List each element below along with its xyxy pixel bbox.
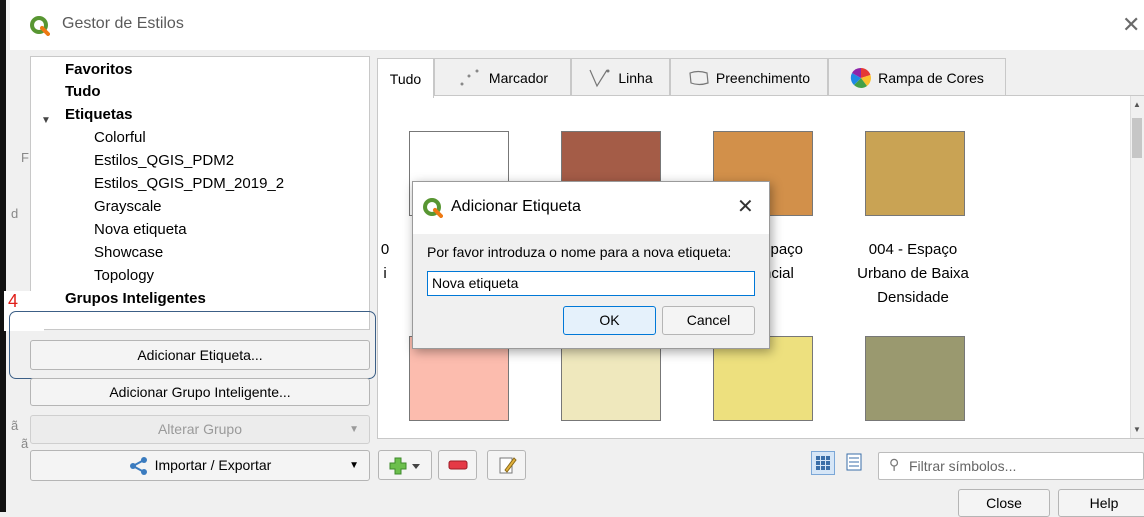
qgis-logo-icon (30, 16, 50, 36)
tree-item-showcase[interactable]: Showcase (94, 244, 163, 261)
dialog-prompt: Por favor introduza o nome para a nova e… (427, 244, 732, 260)
window-title: Gestor de Estilos (62, 15, 184, 32)
modify-group-button: Alterar Grupo ▼ (30, 415, 370, 444)
tree-item-nova-etiqueta[interactable]: Nova etiqueta (94, 221, 187, 238)
cancel-button[interactable]: Cancel (662, 306, 755, 335)
tab-label: Linha (618, 69, 653, 86)
add-tag-dialog: Adicionar Etiqueta ✕ Por favor introduza… (412, 181, 770, 349)
remove-icon (448, 460, 467, 470)
tree-item-colorful[interactable]: Colorful (94, 129, 146, 146)
tree-item-estilos-qgis-pdm2[interactable]: Estilos_QGIS_PDM2 (94, 152, 234, 169)
left-edge-strip (0, 0, 6, 512)
modify-group-label: Alterar Grupo (157, 421, 243, 437)
window-close-icon[interactable]: ✕ (1122, 12, 1140, 38)
edit-icon (499, 457, 517, 474)
import-export-button[interactable]: Importar / Exportar ▼ (30, 450, 370, 481)
tab-preenchimento[interactable]: Preenchimento (670, 58, 828, 96)
symbol-label: 0 i (380, 241, 390, 282)
list-view-button[interactable] (843, 451, 867, 475)
help-button[interactable]: Help (1058, 489, 1144, 517)
symbol-label: 004 - Espaço Urbano de Baixa Densidade (857, 241, 969, 306)
list-view-icon (846, 453, 862, 471)
search-box[interactable]: ⚲ Filtrar símbolos... (878, 452, 1144, 480)
tree-item-grupos-inteligentes[interactable]: Grupos Inteligentes (65, 290, 206, 307)
dialog-close-icon[interactable]: ✕ (737, 194, 754, 219)
icon-view-button[interactable] (811, 451, 835, 475)
tab-rampa-de-cores[interactable]: Rampa de Cores (828, 58, 1006, 96)
tab-label: Tudo (389, 70, 422, 87)
tab-label: Marcador (488, 69, 549, 86)
tree-item-grayscale[interactable]: Grayscale (94, 198, 162, 215)
tree-item-etiquetas[interactable]: Etiquetas (65, 106, 133, 123)
tree-item-tudo[interactable]: Tudo (65, 83, 101, 100)
stray-char: F (21, 150, 29, 165)
color-ramp-icon (850, 67, 872, 88)
line-icon (589, 69, 610, 87)
tab-marcador[interactable]: Marcador (434, 58, 571, 96)
ok-button[interactable]: OK (563, 306, 656, 335)
grid-view-icon (816, 456, 830, 470)
add-symbol-button[interactable] (378, 450, 432, 480)
add-icon (389, 457, 420, 475)
tree-item-topology[interactable]: Topology (94, 267, 154, 284)
tree-item-favoritos[interactable]: Favoritos (65, 61, 133, 78)
add-tag-button[interactable]: Adicionar Etiqueta... (30, 340, 370, 370)
stray-char: ã (21, 436, 29, 451)
tag-name-input[interactable]: Nova etiqueta (427, 271, 755, 296)
tab-tudo[interactable]: Tudo (377, 58, 434, 98)
scroll-up-icon[interactable]: ▲ (1133, 100, 1141, 109)
scroll-down-icon[interactable]: ▼ (1133, 425, 1141, 434)
symbol-swatch[interactable] (865, 131, 965, 216)
add-smart-group-button[interactable]: Adicionar Grupo Inteligente... (30, 378, 370, 406)
tab-label: Preenchimento (715, 69, 811, 86)
qgis-logo-icon (423, 198, 443, 218)
fill-icon (689, 70, 709, 85)
tag-tree[interactable]: ▼ Favoritos Tudo Etiquetas Colorful Esti… (30, 56, 370, 330)
remove-symbol-button[interactable] (438, 450, 477, 480)
search-icon: ⚲ (889, 456, 900, 472)
tree-item-estilos-qgis-pdm-2019-2[interactable]: Estilos_QGIS_PDM_2019_2 (94, 175, 284, 192)
dropdown-arrow-icon: ▼ (349, 424, 359, 435)
scrollbar-thumb[interactable] (1132, 118, 1142, 158)
share-icon (129, 457, 147, 476)
stray-char: d (11, 206, 19, 221)
stray-char: ã (11, 418, 19, 433)
dialog-title: Adicionar Etiqueta (451, 198, 581, 215)
dropdown-arrow-icon[interactable]: ▼ (349, 451, 359, 480)
symbol-swatch[interactable] (865, 336, 965, 421)
tab-label: Rampa de Cores (878, 69, 984, 86)
marker-dots-icon (460, 69, 479, 85)
expand-arrow-icon[interactable]: ▼ (41, 115, 51, 126)
tab-linha[interactable]: Linha (571, 58, 670, 96)
symbol-label: spaço ncial (763, 241, 804, 282)
close-button[interactable]: Close (958, 489, 1050, 517)
edit-symbol-button[interactable] (487, 450, 526, 480)
search-input[interactable]: Filtrar símbolos... (909, 458, 1016, 474)
import-export-label: Importar / Exportar (154, 457, 272, 473)
